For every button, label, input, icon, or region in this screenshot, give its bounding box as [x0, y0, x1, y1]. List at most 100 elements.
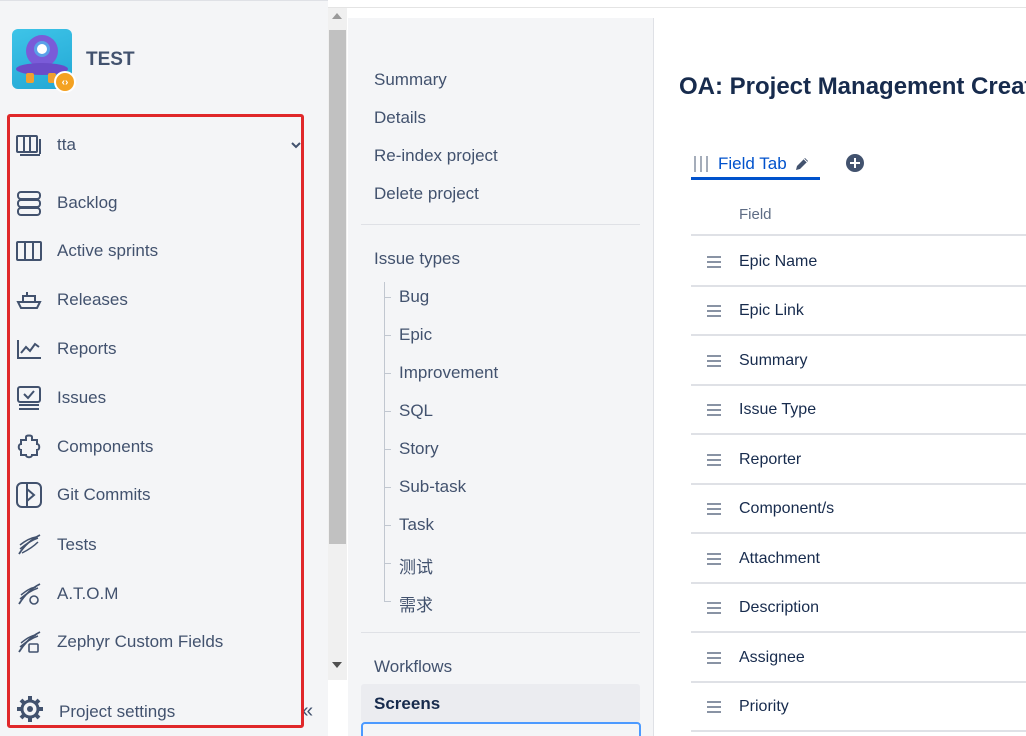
focused-nav-item[interactable]: [361, 722, 641, 736]
page-title: OA: Project Management Creat: [679, 73, 1026, 100]
sidebar-item-label: Active sprints: [57, 241, 159, 260]
field-name: Issue Type: [739, 401, 817, 418]
field-name: Summary: [739, 352, 808, 369]
sidebar-item-label: Releases: [57, 290, 128, 309]
drag-handle-icon[interactable]: [694, 155, 708, 172]
table-row[interactable]: Attachment: [691, 535, 1026, 584]
sidebar-item-components[interactable]: Components: [14, 427, 304, 467]
sidebar-item-label: Issues: [57, 388, 107, 407]
sidebar-item-label: Components: [57, 437, 154, 456]
atom-icon: [14, 579, 44, 609]
tree-line: [384, 282, 385, 602]
table-row[interactable]: Summary: [691, 337, 1026, 386]
issue-type-link[interactable]: Task: [399, 515, 434, 535]
table-row[interactable]: Assignee: [691, 634, 1026, 683]
sidebar-item-reports[interactable]: Reports: [14, 329, 304, 369]
main-content: OA: Project Management Creat Field Tab F…: [655, 18, 1026, 736]
issue-type-link[interactable]: Epic: [399, 325, 432, 345]
issue-type-link[interactable]: 需求: [399, 591, 433, 616]
issue-type-link[interactable]: Sub-task: [399, 477, 466, 497]
settings-link-screens[interactable]: Screens: [361, 684, 640, 722]
sidebar-item-backlog[interactable]: Backlog: [14, 183, 304, 223]
components-icon: [14, 432, 44, 462]
sidebar-item-active-sprints[interactable]: Active sprints: [14, 231, 304, 271]
reports-icon: [14, 334, 44, 364]
issue-type-link[interactable]: Story: [399, 439, 439, 459]
zephyr-icon: [14, 627, 44, 657]
project-name: TEST: [86, 49, 135, 70]
issue-type-link[interactable]: 测试: [399, 553, 433, 578]
drag-handle-icon[interactable]: [707, 404, 721, 416]
collapse-sidebar-button[interactable]: «: [302, 701, 324, 723]
sidebar-item-label: A.T.O.M: [57, 584, 119, 603]
sidebar-item-tests[interactable]: Tests: [14, 525, 304, 565]
sidebar-item-atom[interactable]: A.T.O.M: [14, 574, 304, 614]
divider: [361, 224, 640, 225]
table-row[interactable]: Description: [691, 584, 1026, 633]
issue-type-link[interactable]: Bug: [399, 287, 429, 307]
drag-handle-icon[interactable]: [707, 652, 721, 664]
scroll-down-arrow-icon[interactable]: [332, 662, 342, 668]
table-row[interactable]: Issue Type: [691, 386, 1026, 435]
settings-link-issue-types[interactable]: Issue types: [374, 249, 460, 269]
drag-handle-icon[interactable]: [707, 355, 721, 367]
issues-icon: [14, 383, 44, 413]
releases-icon: [14, 285, 44, 315]
issue-type-link[interactable]: Improvement: [399, 363, 498, 383]
sidebar-item-git-commits[interactable]: Git Commits: [14, 475, 304, 515]
board-selector-label: tta: [57, 135, 76, 154]
table-row[interactable]: Priority: [691, 683, 1026, 732]
git-commits-icon: [14, 480, 44, 510]
sidebar-item-project-settings[interactable]: Project settings: [16, 695, 175, 728]
issue-type-link[interactable]: SQL: [399, 401, 433, 421]
drag-handle-icon[interactable]: [707, 503, 721, 515]
drag-handle-icon[interactable]: [707, 454, 721, 466]
project-header[interactable]: ‹› TEST: [12, 29, 135, 93]
settings-link-details[interactable]: Details: [374, 108, 426, 128]
scroll-up-arrow-icon[interactable]: [332, 13, 342, 19]
screens-label: Screens: [374, 694, 441, 713]
settings-link-summary[interactable]: Summary: [374, 70, 447, 90]
tab-field-tab[interactable]: Field Tab: [691, 150, 820, 180]
settings-link-delete[interactable]: Delete project: [374, 184, 479, 204]
drag-handle-icon[interactable]: [707, 553, 721, 565]
table-header: Field: [691, 200, 1026, 236]
pencil-icon[interactable]: [793, 155, 811, 173]
field-name: Reporter: [739, 451, 802, 468]
active-sprints-icon: [14, 236, 44, 266]
project-settings-label: Project settings: [59, 701, 176, 721]
gear-icon: [16, 695, 44, 728]
field-name: Epic Link: [739, 302, 804, 319]
sidebar-item-label: Backlog: [57, 193, 118, 212]
sidebar-item-releases[interactable]: Releases: [14, 280, 304, 320]
sidebar-item-label: Reports: [57, 339, 117, 358]
table-row[interactable]: Epic Name: [691, 238, 1026, 287]
table-row[interactable]: Reporter: [691, 436, 1026, 485]
drag-handle-icon[interactable]: [707, 602, 721, 614]
backlog-icon: [14, 188, 44, 218]
sidebar-item-zephyr-custom-fields[interactable]: Zephyr Custom Fields: [14, 622, 304, 662]
settings-link-workflows[interactable]: Workflows: [374, 657, 452, 677]
field-name: Assignee: [739, 649, 805, 666]
field-name: Description: [739, 599, 820, 616]
sidebar-item-issues[interactable]: Issues: [14, 378, 304, 418]
drag-handle-icon[interactable]: [707, 256, 721, 268]
field-name: Priority: [739, 698, 789, 715]
column-header-field: Field: [739, 206, 772, 223]
field-name: Component/s: [739, 500, 835, 517]
settings-link-reindex[interactable]: Re-index project: [374, 146, 498, 166]
add-tab-icon[interactable]: [845, 153, 865, 173]
table-row[interactable]: Component/s: [691, 485, 1026, 534]
field-name: Attachment: [739, 550, 820, 567]
table-row[interactable]: Epic Link: [691, 287, 1026, 336]
divider: [361, 632, 640, 633]
tests-icon: [14, 530, 44, 560]
sidebar-item-label: Tests: [57, 535, 97, 554]
sidebar-item-label: Zephyr Custom Fields: [57, 632, 224, 651]
scroll-thumb[interactable]: [329, 30, 346, 544]
board-selector[interactable]: tta: [14, 125, 304, 165]
drag-handle-icon[interactable]: [707, 305, 721, 317]
sidebar-scrollbar[interactable]: [328, 8, 347, 680]
drag-handle-icon[interactable]: [707, 701, 721, 713]
project-avatar: ‹›: [12, 29, 76, 93]
